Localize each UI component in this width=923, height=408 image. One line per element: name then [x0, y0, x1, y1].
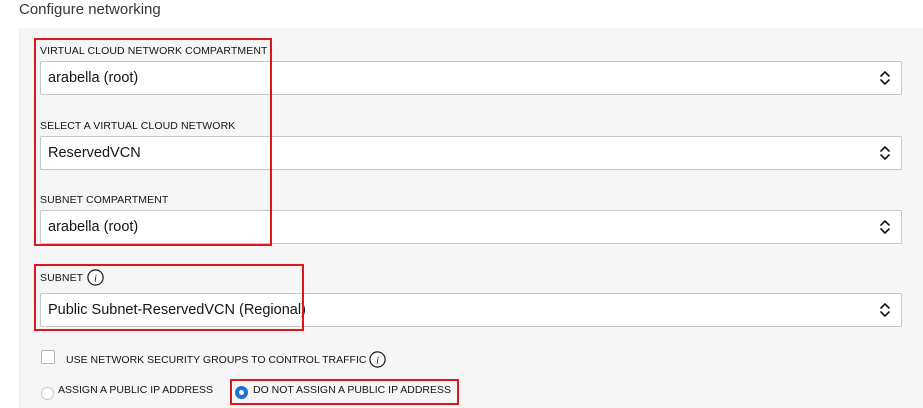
- nsg-label: USE NETWORK SECURITY GROUPS TO CONTROL T…: [66, 354, 367, 366]
- highlight-box-subnet: [34, 264, 304, 331]
- chevron-up-down-icon: [880, 146, 890, 160]
- info-icon[interactable]: i: [369, 351, 386, 368]
- chevron-up-down-icon: [880, 71, 890, 85]
- networking-page: Configure networking VIRTUAL CLOUD NETWO…: [0, 0, 923, 408]
- nsg-checkbox[interactable]: [41, 350, 55, 364]
- highlight-box-no-public-ip: [230, 379, 459, 405]
- highlight-box-compartments: [34, 38, 272, 246]
- assign-public-ip-radio[interactable]: [41, 387, 54, 400]
- section-title: Configure networking: [19, 1, 161, 18]
- svg-text:i: i: [376, 355, 379, 367]
- assign-public-ip-label: ASSIGN A PUBLIC IP ADDRESS: [58, 384, 214, 396]
- chevron-up-down-icon: [880, 303, 890, 317]
- chevron-up-down-icon: [880, 220, 890, 234]
